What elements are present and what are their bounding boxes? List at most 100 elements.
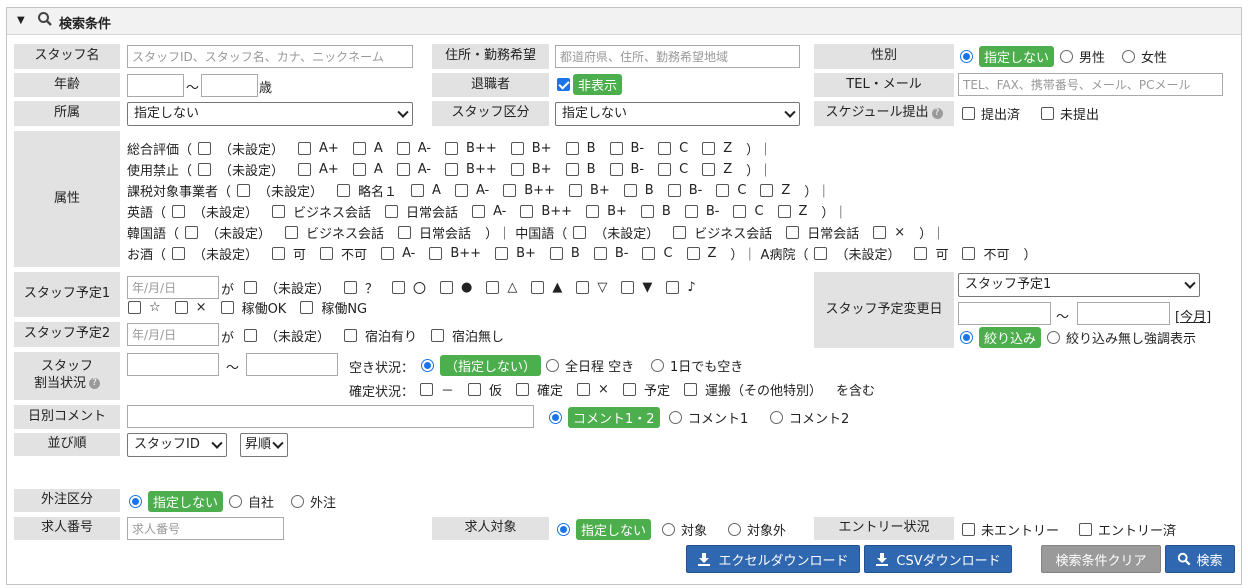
- help-icon[interactable]: ?: [89, 378, 100, 389]
- checkbox[interactable]: [298, 163, 312, 176]
- checkbox[interactable]: [431, 329, 445, 342]
- checkbox[interactable]: [468, 383, 482, 396]
- checkbox[interactable]: [673, 226, 687, 239]
- attribute-checkbox[interactable]: A+: [298, 162, 339, 177]
- checkbox[interactable]: [429, 247, 443, 260]
- attribute-checkbox[interactable]: A-: [396, 162, 431, 177]
- attribute-checkbox[interactable]: ×: [873, 225, 905, 240]
- attribute-checkbox[interactable]: B-: [684, 204, 719, 219]
- plan-change-radio-highlight[interactable]: 絞り込み無し強調表示: [1047, 327, 1196, 347]
- comment-radio-2[interactable]: コメント2: [770, 407, 849, 427]
- checkbox[interactable]: [486, 281, 500, 294]
- checkbox[interactable]: [174, 301, 188, 314]
- checkbox[interactable]: [658, 163, 672, 176]
- checkbox[interactable]: [220, 301, 234, 314]
- attribute-checkbox[interactable]: A+: [298, 141, 339, 156]
- checkbox[interactable]: [398, 226, 412, 239]
- radio-dot[interactable]: [1060, 49, 1073, 63]
- checkbox[interactable]: [658, 142, 672, 155]
- attribute-checkbox[interactable]: A-: [454, 183, 489, 198]
- checkbox[interactable]: [1079, 522, 1092, 536]
- panel-header[interactable]: ▼ 検索条件: [7, 8, 1241, 35]
- attribute-checkbox[interactable]: （未設定）: [185, 223, 271, 242]
- attribute-checkbox[interactable]: B+: [586, 204, 627, 219]
- attribute-checkbox[interactable]: （未設定）: [814, 244, 900, 263]
- staff-plan2-checkbox[interactable]: 宿泊無し: [431, 326, 504, 345]
- job-number-input[interactable]: [127, 517, 284, 540]
- staff-plan1-checkbox[interactable]: ☆: [128, 300, 161, 315]
- attribute-checkbox[interactable]: B+: [495, 246, 536, 261]
- radio-dot[interactable]: [291, 494, 304, 508]
- staff-plan1-checkbox[interactable]: ▽: [576, 280, 607, 295]
- attribute-checkbox[interactable]: Z: [686, 246, 716, 261]
- checkbox[interactable]: [503, 184, 517, 197]
- age-from-input[interactable]: [127, 74, 184, 97]
- checkbox[interactable]: [716, 184, 730, 197]
- excel-download-button[interactable]: エクセルダウンロード: [686, 545, 860, 573]
- collapse-caret-icon[interactable]: ▼: [17, 15, 25, 26]
- checkbox[interactable]: [185, 226, 199, 239]
- attribute-checkbox[interactable]: A-: [472, 204, 506, 219]
- schedule-submitted-checkbox[interactable]: 提出済: [962, 103, 1020, 123]
- attribute-checkbox[interactable]: B: [640, 204, 671, 219]
- radio-dot[interactable]: [229, 494, 242, 508]
- checkbox[interactable]: [621, 281, 635, 294]
- radio-dot[interactable]: [669, 410, 682, 424]
- assign-from-input[interactable]: [127, 353, 219, 376]
- confirm-checkbox[interactable]: ×: [577, 382, 609, 397]
- comment-radio-1[interactable]: コメント1: [669, 407, 748, 427]
- checkbox[interactable]: [396, 142, 410, 155]
- checkbox[interactable]: [454, 184, 468, 197]
- vacancy-radio-all[interactable]: 全日程 空き: [546, 355, 634, 375]
- checkbox[interactable]: [472, 205, 486, 218]
- checkbox[interactable]: [565, 163, 579, 176]
- checkbox[interactable]: [609, 142, 623, 155]
- staff-plan2-date-input[interactable]: [127, 323, 219, 346]
- radio-dot[interactable]: [960, 330, 973, 344]
- checkbox[interactable]: [385, 205, 399, 218]
- attribute-checkbox[interactable]: 可: [914, 244, 948, 263]
- radio-dot[interactable]: [651, 358, 664, 372]
- gender-radio-none[interactable]: 指定しない: [960, 45, 1055, 67]
- staff-plan1-checkbox[interactable]: 稼働OK: [220, 298, 286, 317]
- this-month-link[interactable]: [今月]: [1175, 306, 1211, 325]
- checkbox[interactable]: [1041, 106, 1054, 120]
- checkbox[interactable]: [565, 142, 579, 155]
- attribute-checkbox[interactable]: B++: [429, 246, 481, 261]
- checkbox[interactable]: [320, 247, 334, 260]
- checkbox[interactable]: [344, 329, 358, 342]
- staff-plan1-checkbox[interactable]: ▲: [531, 280, 562, 295]
- plan-change-select[interactable]: スタッフ予定1: [958, 273, 1200, 297]
- tel-input[interactable]: [958, 73, 1223, 96]
- checkbox[interactable]: [128, 301, 141, 314]
- checkbox[interactable]: [300, 301, 314, 314]
- checkbox[interactable]: [198, 142, 212, 155]
- checkbox[interactable]: [445, 142, 459, 155]
- checkbox[interactable]: [642, 247, 656, 260]
- attribute-checkbox[interactable]: B-: [667, 183, 702, 198]
- plan-change-from-input[interactable]: [958, 302, 1051, 325]
- confirm-checkbox[interactable]: 確定: [516, 380, 563, 399]
- attribute-checkbox[interactable]: B: [565, 162, 596, 177]
- radio-dot[interactable]: [960, 49, 973, 63]
- checkbox[interactable]: [440, 281, 454, 294]
- checkbox[interactable]: [352, 142, 366, 155]
- attribute-checkbox[interactable]: B++: [503, 183, 555, 198]
- confirm-checkbox[interactable]: －: [420, 380, 454, 399]
- checkbox[interactable]: [411, 184, 425, 197]
- attribute-checkbox[interactable]: C: [733, 204, 764, 219]
- attribute-checkbox[interactable]: B+: [568, 183, 610, 198]
- radio-dot[interactable]: [728, 522, 741, 536]
- checkbox[interactable]: [586, 205, 600, 218]
- entry-done-checkbox[interactable]: エントリー済: [1079, 519, 1176, 539]
- checkbox[interactable]: [244, 281, 257, 294]
- outsource-radio-external[interactable]: 外注: [291, 491, 336, 511]
- checkbox[interactable]: [962, 106, 975, 120]
- vacancy-radio-any[interactable]: 1日でも空き: [651, 355, 743, 375]
- attribute-checkbox[interactable]: B-: [609, 162, 644, 177]
- staff-plan1-checkbox[interactable]: 〇: [392, 278, 426, 297]
- checkbox[interactable]: [520, 205, 534, 218]
- affiliation-select[interactable]: 指定しない: [127, 102, 413, 126]
- job-target-radio-yes[interactable]: 対象: [662, 519, 707, 539]
- staff-name-input[interactable]: [127, 45, 413, 68]
